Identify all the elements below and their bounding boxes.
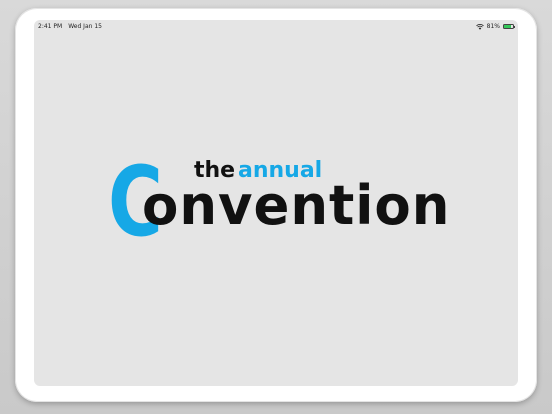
battery-percent: 81% bbox=[486, 23, 500, 30]
battery-nub bbox=[514, 26, 515, 28]
logo-word-onvention: onvention bbox=[142, 174, 451, 237]
app-screen[interactable]: 2:41 PM Wed Jan 15 81% C the annual onve… bbox=[34, 20, 518, 386]
convention-logo: C the annual onvention bbox=[108, 154, 451, 254]
battery-fill bbox=[504, 25, 512, 28]
wifi-icon bbox=[475, 23, 484, 30]
battery-icon bbox=[503, 24, 515, 29]
status-date: Wed Jan 15 bbox=[68, 23, 102, 30]
status-right: 81% bbox=[475, 23, 515, 30]
status-left: 2:41 PM Wed Jan 15 bbox=[38, 23, 102, 30]
status-bar: 2:41 PM Wed Jan 15 81% bbox=[34, 20, 518, 34]
status-time: 2:41 PM bbox=[38, 23, 63, 30]
